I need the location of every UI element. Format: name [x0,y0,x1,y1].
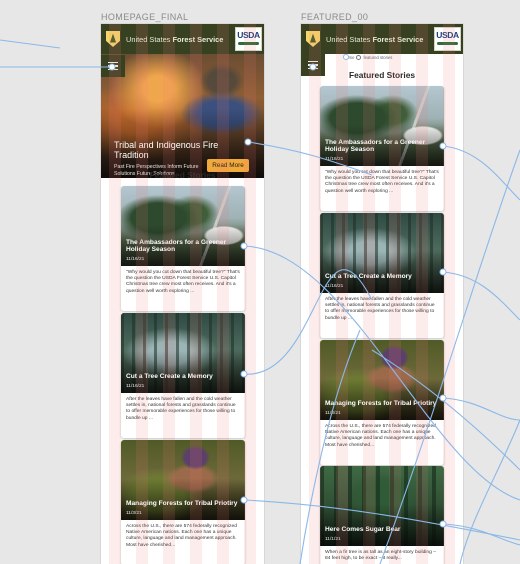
breadcrumb-home[interactable]: home [344,55,354,60]
story-image: Managing Forests for Tribal Priotiry 11/… [320,340,444,420]
featured-frame[interactable]: United States Forest Service USDA home f… [301,24,463,564]
story-card[interactable]: Managing Forests for Tribal Priotiry 11/… [320,340,444,465]
story-title: Here Comes Sugar Bear [325,526,401,534]
story-image: The Ambassadors for a Greener Holiday Se… [121,186,245,266]
agency-name: United States Forest Service [326,34,424,44]
breadcrumb-current: featured stories [363,55,393,60]
story-excerpt: When a fir tree is as tall as an eight-s… [325,550,436,562]
story-title: The Ambassadors for a Greener Holiday Se… [325,138,426,154]
hero-title: Tribal and Indigenous Fire Tradition [114,140,219,160]
story-date: 11/16/21 [126,384,145,389]
story-title: Cut a Tree Create a Memory [126,373,213,381]
story-image: The Ambassadors for a Greener Holiday Se… [320,86,444,166]
frame-label-featured[interactable]: FEATURED_00 [301,12,368,22]
story-excerpt: "Why would you cut down that beautiful t… [325,170,439,194]
story-excerpt: Across the U.S., there are 574 federally… [126,524,237,548]
breadcrumb-separator-icon [356,55,362,60]
story-card[interactable]: The Ambassadors for a Greener Holiday Se… [320,86,444,211]
site-header: United States Forest Service USDA [101,24,264,54]
story-card[interactable]: The Ambassadors for a Greener Holiday Se… [121,186,245,311]
forest-service-shield-icon[interactable] [306,31,320,47]
story-date: 11/16/21 [126,257,145,262]
story-card[interactable]: Managing Forests for Tribal Priotiry 11/… [121,440,245,564]
prototype-connection [459,419,520,564]
story-title: Managing Forests for Tribal Priotiry [126,500,238,508]
story-title: Managing Forests for Tribal Priotiry [325,400,437,408]
story-card[interactable]: Cut a Tree Create a Memory 11/16/21 Afte… [320,213,444,338]
story-image: Cut a Tree Create a Memory 11/16/21 [320,213,444,293]
story-date: 11/16/21 [325,157,344,162]
menu-button[interactable] [101,55,125,77]
story-excerpt: Across the U.S., there are 574 federally… [325,424,436,448]
forest-service-shield-icon[interactable] [106,31,120,47]
hero-banner: Tribal and Indigenous Fire Tradition Pas… [101,54,264,178]
hamburger-icon [108,62,118,70]
story-card[interactable]: Cut a Tree Create a Memory 11/16/21 Afte… [121,313,245,438]
story-image: Cut a Tree Create a Memory 11/16/21 [121,313,245,393]
usda-logo[interactable]: USDA [235,27,262,51]
story-date: 11/3/21 [126,511,142,516]
story-date: 11/1/21 [325,537,341,542]
featured-stories-heading: Featured Stories [348,70,416,80]
story-title: Cut a Tree Create a Memory [325,273,412,281]
story-excerpt: After the leaves have fallen and the col… [126,397,236,421]
frame-label-homepage[interactable]: HOMEPAGE_FINAL [101,12,188,22]
usda-logo[interactable]: USDA [434,27,461,51]
story-excerpt: After the leaves have fallen and the col… [325,297,435,321]
featured-stories-heading: Featured Stories [149,170,216,180]
story-date: 11/16/21 [325,284,344,289]
story-image: Managing Forests for Tribal Priotiry 11/… [121,440,245,520]
story-date: 11/3/21 [325,411,341,416]
story-title: The Ambassadors for a Greener Holiday Se… [126,238,227,254]
agency-name: United States Forest Service [126,34,224,44]
site-header: United States Forest Service USDA [301,24,463,54]
prototype-connection [0,39,61,49]
hamburger-icon [308,61,318,69]
breadcrumb: home featured stories [344,55,392,60]
story-excerpt: "Why would you cut down that beautiful t… [126,270,240,294]
homepage-frame[interactable]: United States Forest Service USDA Tribal… [101,24,264,564]
story-image: Here Comes Sugar Bear 11/1/21 [320,466,444,546]
story-card[interactable]: Here Comes Sugar Bear 11/1/21 When a fir… [320,466,444,564]
menu-button[interactable] [301,54,325,76]
